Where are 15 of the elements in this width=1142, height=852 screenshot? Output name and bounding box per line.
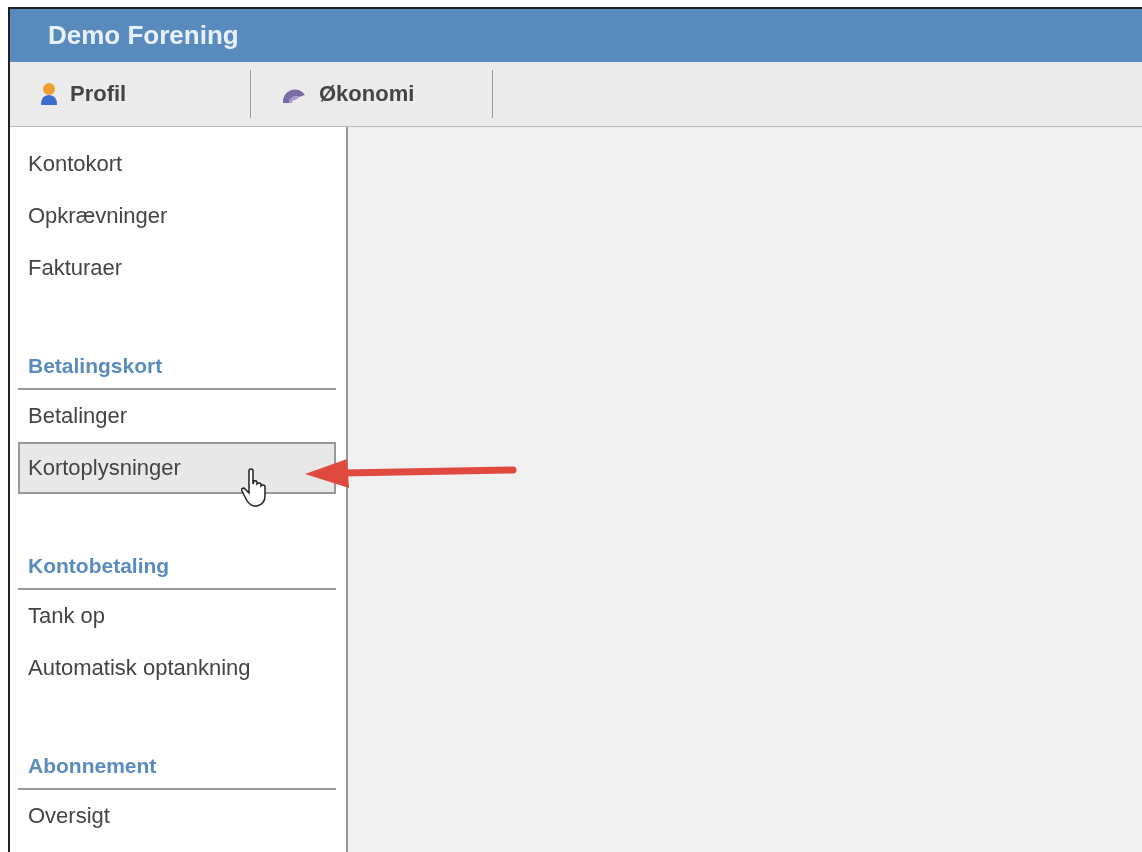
sidebar-item[interactable]: Automatisk optankning xyxy=(18,642,336,694)
sidebar-item[interactable]: Oversigt xyxy=(18,790,336,842)
sidebar-item[interactable]: Opkrævninger xyxy=(18,190,336,242)
section-heading: Betalingskort xyxy=(18,340,336,390)
sidebar-item[interactable]: Tank op xyxy=(18,590,336,642)
tab[interactable]: Profil xyxy=(10,70,251,118)
section-heading: Abonnement xyxy=(18,740,336,790)
sidebar-item[interactable]: Betalinger xyxy=(18,390,336,442)
person-icon xyxy=(40,82,58,106)
tab[interactable]: Økonomi xyxy=(251,70,493,118)
sidebar-item[interactable]: Kontokort xyxy=(18,138,336,190)
section-heading: Kontobetaling xyxy=(18,540,336,590)
app-title: Demo Forening xyxy=(48,20,239,51)
sidebar-item[interactable]: Fakturaer xyxy=(18,242,336,294)
sidebar-item[interactable]: Kortoplysninger xyxy=(18,442,336,494)
